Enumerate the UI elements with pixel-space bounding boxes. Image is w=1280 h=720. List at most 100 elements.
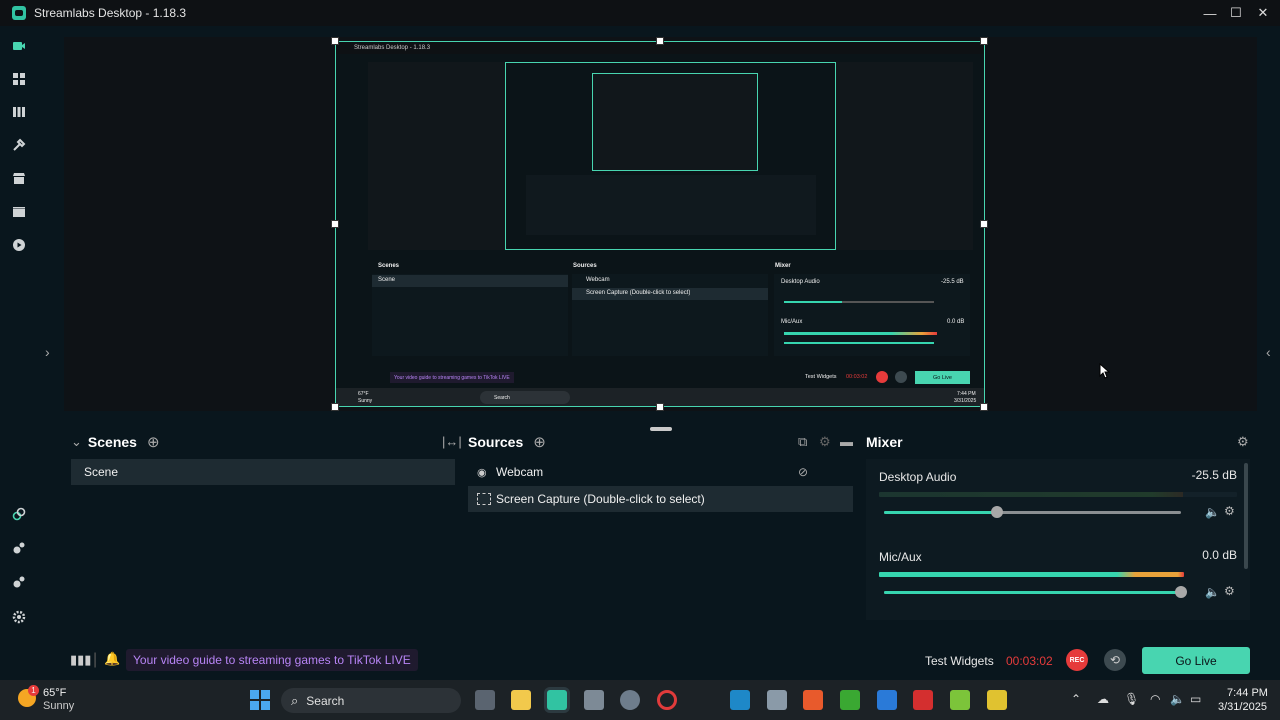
- resize-handle[interactable]: [656, 37, 664, 45]
- nested-clock-time: 7:44 PM: [957, 391, 976, 397]
- screen-capture-icon: [477, 493, 491, 505]
- chevron-left-icon[interactable]: ‹: [1266, 344, 1271, 360]
- nested-timer: 00:03:02: [846, 374, 868, 380]
- source-label: Screen Capture (Double-click to select): [496, 492, 705, 506]
- volume-slider[interactable]: [884, 506, 1181, 518]
- scene-item[interactable]: Scene: [71, 459, 455, 485]
- visibility-hidden-icon[interactable]: ⊘: [798, 465, 808, 479]
- windows-start-icon[interactable]: [250, 690, 270, 710]
- close-button[interactable]: ✕: [1250, 0, 1276, 26]
- taskbar-search[interactable]: ⌕ Search: [281, 688, 461, 713]
- file-explorer-icon[interactable]: [511, 690, 531, 710]
- volume-slider[interactable]: [884, 586, 1187, 598]
- mixer-title: Mixer: [866, 434, 903, 450]
- app-icon[interactable]: [913, 690, 933, 710]
- nested-sources-label: Sources: [573, 263, 597, 269]
- nested-webcam: Webcam: [586, 277, 610, 283]
- guide-link[interactable]: Your video guide to streaming games to T…: [126, 649, 418, 671]
- go-live-button[interactable]: Go Live: [1142, 647, 1250, 674]
- replay-buffer-icon[interactable]: ⟲: [1104, 649, 1126, 671]
- microphone-icon[interactable]: 🎙: [1124, 692, 1139, 706]
- screen-capture-source[interactable]: Streamlabs Desktop - 1.18.3 Scenes Scene…: [335, 41, 985, 407]
- chevron-down-icon[interactable]: ⌄: [71, 434, 82, 450]
- wifi-icon[interactable]: ◠: [1150, 692, 1160, 706]
- sources-panel: ◉ Webcam ⊘ Screen Capture (Double-click …: [468, 459, 853, 620]
- minimize-button[interactable]: —: [1197, 0, 1223, 26]
- record-button[interactable]: REC: [1066, 649, 1088, 671]
- app-icon[interactable]: [840, 690, 860, 710]
- channel-name: Mic/Aux: [879, 550, 922, 564]
- library-icon[interactable]: [11, 104, 27, 120]
- integrations-icon[interactable]: [11, 540, 27, 556]
- resize-handle[interactable]: [980, 37, 988, 45]
- gear-icon[interactable]: ⚙: [1224, 584, 1235, 598]
- app-icon[interactable]: [950, 690, 970, 710]
- app-icon[interactable]: [730, 690, 750, 710]
- app-icon[interactable]: [987, 690, 1007, 710]
- camera-icon[interactable]: [584, 690, 604, 710]
- resize-handle[interactable]: [980, 403, 988, 411]
- onedrive-icon[interactable]: ☁: [1097, 692, 1109, 706]
- app-icon[interactable]: [767, 690, 787, 710]
- test-widgets-button[interactable]: Test Widgets: [925, 654, 994, 668]
- group-sources-icon[interactable]: ⧉: [798, 434, 807, 450]
- source-item[interactable]: Screen Capture (Double-click to select): [468, 486, 853, 512]
- store-icon[interactable]: [11, 170, 27, 186]
- nested-test-widgets: Test Widgets: [805, 374, 837, 380]
- mouse-cursor-icon: [1099, 363, 1111, 379]
- source-properties-icon[interactable]: ⚙: [819, 434, 831, 450]
- tools-icon[interactable]: [11, 137, 27, 153]
- add-source-icon[interactable]: ⊕: [533, 433, 546, 451]
- nested-desktop-audio: Desktop Audio: [781, 279, 820, 285]
- volume-meter: [879, 492, 1237, 497]
- link-icon[interactable]: [11, 506, 27, 522]
- gear-icon[interactable]: ⚙: [1224, 504, 1235, 518]
- channel-db: -25.5 dB: [1191, 468, 1237, 482]
- scenes-title: Scenes: [87, 434, 137, 450]
- resize-handle[interactable]: [331, 403, 339, 411]
- app-icon[interactable]: [803, 690, 823, 710]
- folder-icon[interactable]: ▬: [840, 434, 853, 449]
- add-scene-icon[interactable]: ⊕: [147, 433, 160, 451]
- scene-transition-icon[interactable]: |↔|: [442, 434, 462, 449]
- volume-icon[interactable]: 🔈: [1170, 692, 1185, 706]
- maximize-button[interactable]: ☐: [1223, 0, 1249, 26]
- source-item[interactable]: ◉ Webcam ⊘: [468, 459, 853, 485]
- resize-handle[interactable]: [331, 220, 339, 228]
- channel-db: 0.0 dB: [1202, 548, 1237, 562]
- speaker-icon[interactable]: 🔈: [1205, 505, 1220, 519]
- apps-icon[interactable]: [11, 574, 27, 590]
- chevron-right-icon[interactable]: ›: [45, 344, 50, 360]
- notifications-icon[interactable]: 🔔: [104, 651, 120, 667]
- mixer-channel: Desktop Audio -25.5 dB 🔈 ⚙: [879, 468, 1237, 538]
- nested-clock-date: 3/31/2025: [954, 398, 977, 404]
- mixer-settings-icon[interactable]: ⚙: [1237, 434, 1249, 450]
- play-icon[interactable]: [11, 237, 27, 253]
- opera-icon[interactable]: [657, 690, 677, 710]
- battery-icon[interactable]: ▭: [1190, 692, 1201, 706]
- layout-icon[interactable]: [11, 71, 27, 87]
- nested-mic: Mic/Aux: [781, 319, 803, 325]
- editor-icon[interactable]: [11, 38, 27, 54]
- app-icon[interactable]: [877, 690, 897, 710]
- resize-handle[interactable]: [331, 37, 339, 45]
- highlighter-icon[interactable]: [11, 204, 27, 220]
- performance-icon[interactable]: ▮▮▮: [70, 652, 91, 668]
- nested-mixer-label: Mixer: [775, 263, 791, 269]
- clock-date[interactable]: 3/31/2025: [1218, 701, 1267, 713]
- nested-screen-capture: Screen Capture (Double-click to select): [586, 290, 691, 296]
- resize-dock-handle[interactable]: [650, 427, 672, 431]
- scrollbar[interactable]: [1244, 463, 1248, 569]
- nested-search: Search: [480, 391, 570, 404]
- source-label: Webcam: [496, 465, 544, 479]
- streamlabs-taskbar-icon[interactable]: [547, 690, 567, 710]
- speaker-icon[interactable]: 🔈: [1205, 585, 1220, 599]
- resize-handle[interactable]: [656, 403, 664, 411]
- clock-time[interactable]: 7:44 PM: [1227, 687, 1268, 699]
- streamlabs-logo-icon: [12, 6, 26, 20]
- resize-handle[interactable]: [980, 220, 988, 228]
- settings-taskbar-icon[interactable]: [620, 690, 640, 710]
- task-view-icon[interactable]: [475, 690, 495, 710]
- settings-icon[interactable]: [11, 609, 27, 625]
- chevron-up-icon[interactable]: ⌃: [1071, 692, 1081, 706]
